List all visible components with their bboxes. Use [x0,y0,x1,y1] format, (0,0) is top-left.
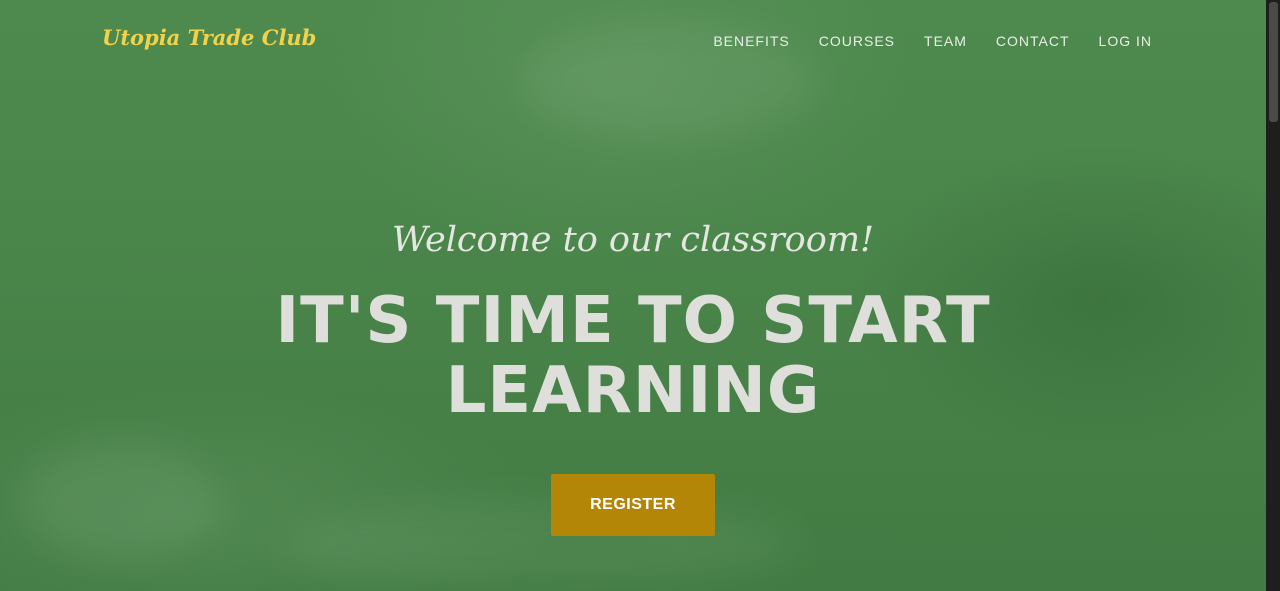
main-nav: BENEFITS COURSES TEAM CONTACT LOG IN [713,33,1152,49]
nav-item-contact[interactable]: CONTACT [996,33,1070,49]
register-button[interactable]: REGISTER [551,474,715,536]
welcome-subheading: Welcome to our classroom! [391,220,875,260]
chalk-smudge [280,500,800,590]
nav-item-benefits[interactable]: BENEFITS [713,33,789,49]
nav-item-courses[interactable]: COURSES [819,33,895,49]
hero-section: Utopia Trade Club BENEFITS COURSES TEAM … [0,0,1266,591]
site-logo[interactable]: Utopia Trade Club [102,25,316,50]
hero-headline: IT'S TIME TO START LEARNING [0,286,1266,426]
scrollbar-thumb[interactable] [1269,2,1278,122]
hero-headline-line2: LEARNING [445,354,821,428]
chalk-smudge [20,440,220,560]
hero-headline-line1: IT'S TIME TO START [275,284,991,358]
nav-item-team[interactable]: TEAM [924,33,967,49]
page-scrollbar[interactable] [1266,0,1280,591]
nav-item-login[interactable]: LOG IN [1099,33,1152,49]
